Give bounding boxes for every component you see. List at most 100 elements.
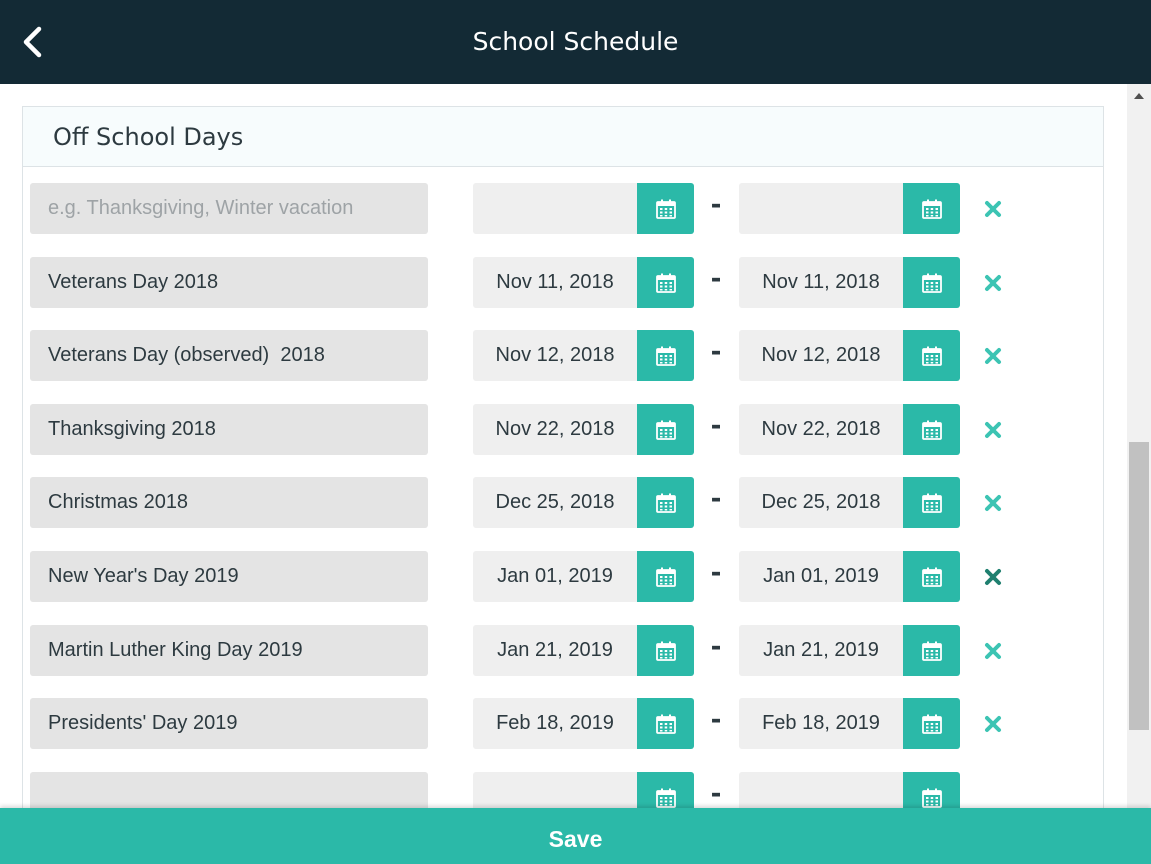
remove-button[interactable]	[980, 417, 1006, 443]
end-calendar-button[interactable]	[903, 551, 960, 602]
start-date-input[interactable]: Nov 22, 2018	[473, 404, 637, 455]
close-icon	[985, 201, 1001, 217]
close-icon	[985, 569, 1001, 585]
off-day-row: Martin Luther King Day 2019 Jan 21, 2019-…	[30, 625, 1030, 676]
holiday-name-input[interactable]: Christmas 2018	[30, 477, 428, 528]
end-date-input[interactable]: Nov 12, 2018	[739, 330, 903, 381]
top-bar: School Schedule	[0, 0, 1151, 84]
end-date-input[interactable]: Jan 21, 2019	[739, 625, 903, 676]
calendar-icon	[921, 346, 942, 366]
end-calendar-button[interactable]	[903, 404, 960, 455]
page-title: School Schedule	[472, 27, 679, 56]
end-calendar-button[interactable]	[903, 257, 960, 308]
calendar-icon	[655, 346, 676, 366]
start-date-input[interactable]: Jan 01, 2019	[473, 551, 637, 602]
calendar-icon	[655, 788, 676, 808]
calendar-icon	[655, 714, 676, 734]
start-date-picker: Nov 12, 2018	[473, 330, 694, 381]
end-calendar-button[interactable]	[903, 772, 960, 808]
vertical-scrollbar[interactable]	[1127, 84, 1151, 808]
start-date-input[interactable]	[473, 183, 637, 234]
end-calendar-button[interactable]	[903, 183, 960, 234]
remove-button[interactable]	[980, 564, 1006, 590]
end-calendar-button[interactable]	[903, 477, 960, 528]
holiday-name-input[interactable]: Martin Luther King Day 2019	[30, 625, 428, 676]
holiday-name-input[interactable]: Veterans Day (observed) 2018	[30, 330, 428, 381]
holiday-name-input[interactable]: New Year's Day 2019	[30, 551, 428, 602]
start-date-input[interactable]: Nov 11, 2018	[473, 257, 637, 308]
calendar-icon	[655, 273, 676, 293]
calendar-icon	[921, 641, 942, 661]
range-separator: -	[710, 779, 722, 808]
start-date-input[interactable]: Feb 18, 2019	[473, 698, 637, 749]
remove-button[interactable]	[980, 270, 1006, 296]
end-calendar-button[interactable]	[903, 330, 960, 381]
holiday-name-input[interactable]: e.g. Thanksgiving, Winter vacation	[30, 183, 428, 234]
start-calendar-button[interactable]	[637, 477, 694, 528]
calendar-icon	[921, 273, 942, 293]
start-date-picker: Jan 21, 2019	[473, 625, 694, 676]
start-date-input[interactable]: Nov 12, 2018	[473, 330, 637, 381]
calendar-icon	[655, 420, 676, 440]
end-calendar-button[interactable]	[903, 698, 960, 749]
start-calendar-button[interactable]	[637, 183, 694, 234]
holiday-name-input[interactable]: Thanksgiving 2018	[30, 404, 428, 455]
range-separator: -	[710, 558, 722, 588]
end-date-picker: Nov 22, 2018	[739, 404, 960, 455]
remove-button[interactable]	[980, 711, 1006, 737]
remove-button[interactable]	[980, 638, 1006, 664]
close-icon	[985, 275, 1001, 291]
end-date-picker: Feb 18, 2019	[739, 698, 960, 749]
holiday-name-input[interactable]	[30, 772, 428, 808]
holiday-name-input[interactable]: Presidents' Day 2019	[30, 698, 428, 749]
start-date-input[interactable]	[473, 772, 637, 808]
calendar-icon	[921, 788, 942, 808]
start-calendar-button[interactable]	[637, 404, 694, 455]
start-calendar-button[interactable]	[637, 330, 694, 381]
end-date-picker: Nov 11, 2018	[739, 257, 960, 308]
range-separator: -	[710, 484, 722, 514]
off-day-row: Veterans Day (observed) 2018 Nov 12, 2018…	[30, 330, 1030, 381]
close-icon	[985, 348, 1001, 364]
start-calendar-button[interactable]	[637, 698, 694, 749]
start-date-input[interactable]: Jan 21, 2019	[473, 625, 637, 676]
calendar-icon	[921, 199, 942, 219]
scroll-up-button[interactable]	[1127, 84, 1151, 108]
calendar-icon	[655, 493, 676, 513]
start-calendar-button[interactable]	[637, 772, 694, 808]
remove-button[interactable]	[980, 785, 1006, 808]
start-calendar-button[interactable]	[637, 257, 694, 308]
end-date-input[interactable]	[739, 772, 903, 808]
start-date-input[interactable]: Dec 25, 2018	[473, 477, 637, 528]
remove-button[interactable]	[980, 343, 1006, 369]
holiday-name-input[interactable]: Veterans Day 2018	[30, 257, 428, 308]
end-date-input[interactable]: Nov 11, 2018	[739, 257, 903, 308]
start-calendar-button[interactable]	[637, 551, 694, 602]
end-date-input[interactable]: Nov 22, 2018	[739, 404, 903, 455]
remove-button[interactable]	[980, 196, 1006, 222]
end-calendar-button[interactable]	[903, 625, 960, 676]
start-date-picker	[473, 183, 694, 234]
start-date-picker: Feb 18, 2019	[473, 698, 694, 749]
scroll-thumb[interactable]	[1129, 442, 1149, 730]
close-icon	[985, 495, 1001, 511]
calendar-icon	[921, 567, 942, 587]
end-date-picker: Jan 01, 2019	[739, 551, 960, 602]
start-date-picker: Nov 11, 2018	[473, 257, 694, 308]
close-icon	[985, 643, 1001, 659]
new-entry-row: e.g. Thanksgiving, Winter vacation -	[30, 183, 1030, 234]
scroll-content[interactable]: Off School Days e.g. Thanksgiving, Winte…	[0, 84, 1127, 808]
end-date-input[interactable]: Jan 01, 2019	[739, 551, 903, 602]
start-date-picker: Dec 25, 2018	[473, 477, 694, 528]
end-date-input[interactable]: Dec 25, 2018	[739, 477, 903, 528]
start-calendar-button[interactable]	[637, 625, 694, 676]
end-date-input[interactable]: Feb 18, 2019	[739, 698, 903, 749]
end-date-input[interactable]	[739, 183, 903, 234]
save-button[interactable]: Save	[0, 808, 1151, 864]
off-day-row: -	[30, 772, 1030, 808]
range-separator: -	[710, 190, 722, 220]
start-date-picker: Jan 01, 2019	[473, 551, 694, 602]
end-date-picker: Nov 12, 2018	[739, 330, 960, 381]
calendar-icon	[921, 420, 942, 440]
remove-button[interactable]	[980, 490, 1006, 516]
